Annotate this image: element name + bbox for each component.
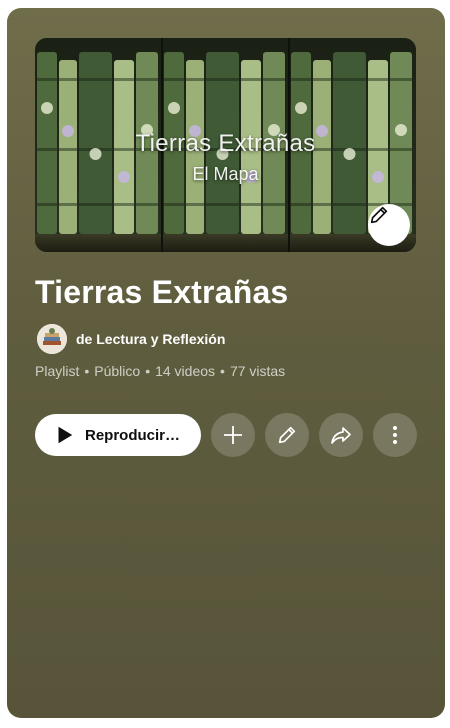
meta-separator: • [145,363,151,379]
share-icon [331,427,351,444]
edit-playlist-button[interactable] [265,413,309,457]
more-vert-icon [393,426,397,444]
thumbnail-subtitle: El Mapa [192,164,259,184]
owner-row[interactable]: de Lectura y Reflexión [37,324,225,354]
playlist-header-card: Tierras Extrañas El Mapa Tierras Extraña… [7,8,445,718]
meta-type: Playlist [35,363,80,379]
meta-visibility: Público [94,363,141,379]
playlist-title: Tierras Extrañas [35,274,289,310]
action-bar: Reproducir… [35,413,417,457]
play-icon [58,426,73,444]
plus-icon [224,426,242,444]
playlist-meta: Playlist • Público • 14 videos • 77 vist… [35,363,285,379]
add-to-library-button[interactable] [211,413,255,457]
meta-view-count: 77 vistas [229,363,286,379]
thumbnail-title: Tierras Extrañas [135,130,316,157]
share-button[interactable] [319,413,363,457]
edit-thumbnail-button[interactable] [368,204,410,246]
meta-separator: • [220,363,225,379]
pencil-icon [278,426,296,444]
meta-separator: • [84,363,90,379]
avatar-image [37,324,67,354]
owner-name[interactable]: de Lectura y Reflexión [76,331,225,347]
play-all-button[interactable]: Reproducir… [35,414,201,456]
play-all-label: Reproducir… [85,426,181,444]
meta-video-count: 14 videos [155,363,216,379]
pencil-icon [370,206,388,224]
more-actions-button[interactable] [373,413,417,457]
avatar[interactable] [37,324,67,354]
playlist-thumbnail[interactable]: Tierras Extrañas El Mapa [35,38,416,252]
